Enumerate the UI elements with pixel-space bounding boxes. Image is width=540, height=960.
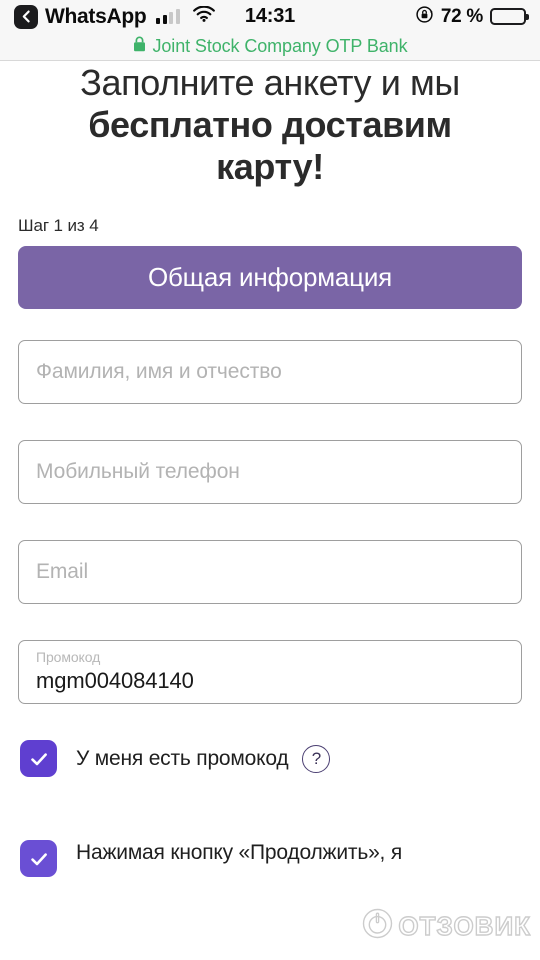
page-title-line-1: Заполните анкету и мы: [80, 62, 460, 103]
fullname-placeholder: Фамилия, имя и отчество: [36, 360, 282, 384]
page-title-line-3: карту!: [216, 146, 324, 188]
phone-screen: WhatsApp 14:31 72 % Joint Stock Company …: [0, 0, 540, 960]
rotation-lock-icon: [415, 5, 434, 29]
section-header-label: Общая информация: [147, 262, 393, 293]
page-title: Заполните анкету и мы бесплатно доставим…: [0, 62, 540, 188]
cellular-signal-icon: [156, 9, 180, 24]
phone-placeholder: Мобильный телефон: [36, 460, 240, 484]
watermark: ОТЗОВИК: [362, 908, 531, 944]
email-placeholder: Email: [36, 560, 89, 584]
browser-site-bar: Joint Stock Company OTP Bank: [0, 33, 540, 61]
email-input[interactable]: Email: [18, 540, 522, 605]
form-fields: Фамилия, имя и отчество Мобильный телефо…: [0, 340, 540, 705]
lock-icon: [133, 36, 146, 57]
fullname-input[interactable]: Фамилия, имя и отчество: [18, 340, 522, 405]
watermark-text: ОТЗОВИК: [398, 910, 531, 941]
battery-percent-label: 72 %: [440, 5, 483, 27]
status-bar-left: WhatsApp: [14, 4, 215, 29]
question-mark-icon[interactable]: ?: [302, 744, 331, 773]
promocode-value: mgm004084140: [36, 668, 194, 694]
have-promocode-label: У меня есть промокод: [76, 746, 289, 770]
site-name-label: Joint Stock Company OTP Bank: [152, 36, 408, 56]
otzovik-power-logo-icon: [362, 908, 393, 944]
accept-terms-checkbox[interactable]: [20, 840, 57, 878]
promocode-input[interactable]: Промокод mgm004084140: [18, 640, 522, 705]
section-header-general-info[interactable]: Общая информация: [18, 246, 522, 310]
accept-terms-label: Нажимая кнопку «Продолжить», я: [76, 841, 402, 865]
status-bar: WhatsApp 14:31 72 %: [0, 0, 540, 33]
back-app-label[interactable]: WhatsApp: [45, 6, 147, 27]
checkmark-icon: [30, 753, 47, 766]
checkmark-icon: [30, 853, 47, 866]
page-title-line-2: бесплатно доставим: [88, 104, 452, 146]
clock: 14:31: [244, 5, 296, 27]
status-bar-right: 72 %: [415, 5, 526, 29]
step-indicator: Шаг 1 из 4: [18, 216, 99, 236]
have-promocode-checkbox[interactable]: [20, 740, 57, 778]
page-content: Заполните анкету и мы бесплатно доставим…: [0, 61, 540, 878]
wifi-icon: [193, 5, 215, 27]
have-promocode-row[interactable]: У меня есть промокод ?: [0, 740, 540, 778]
promocode-label: Промокод: [36, 649, 101, 666]
chevron-left-icon[interactable]: [14, 4, 38, 29]
accept-terms-row[interactable]: Нажимая кнопку «Продолжить», я: [0, 840, 540, 878]
battery-icon: [490, 8, 526, 25]
phone-input[interactable]: Мобильный телефон: [18, 440, 522, 505]
